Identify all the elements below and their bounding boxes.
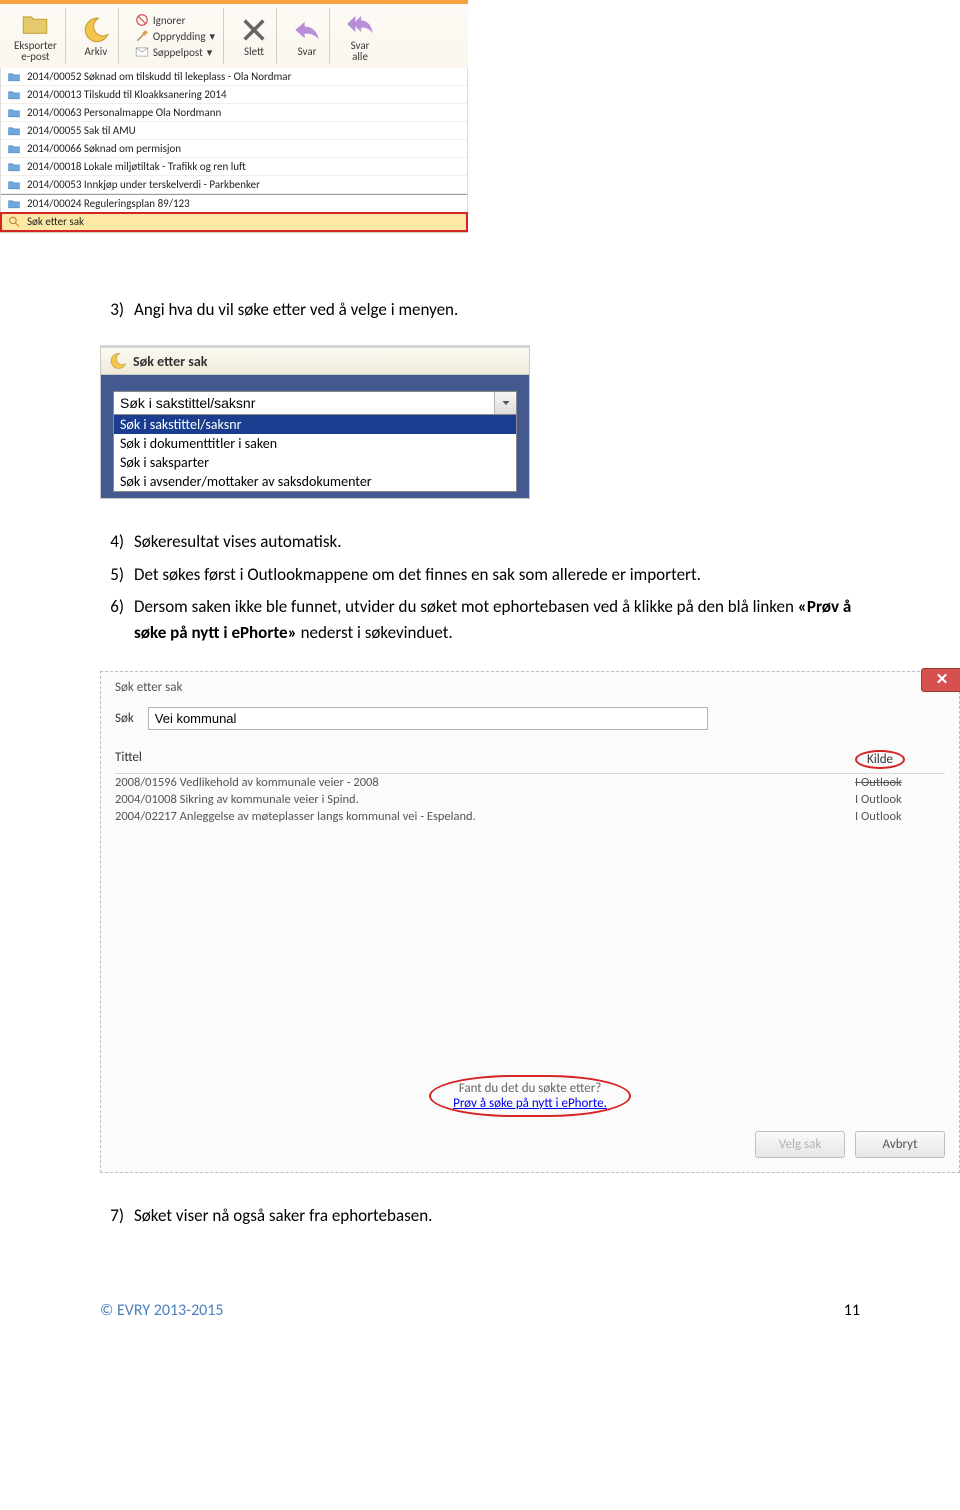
search-option[interactable]: Søk i sakstittel/saksnr: [114, 415, 516, 434]
list-item[interactable]: 2014/00052 Søknad om tilskudd til lekepl…: [1, 68, 467, 86]
envelope-icon: [135, 45, 149, 59]
blue-folder-icon: [7, 88, 21, 101]
sok-etter-sak-dropdown-screenshot: Søk etter sak Søk i sakstittel/saksnr Sø…: [100, 345, 530, 499]
search-type-select[interactable]: [113, 391, 517, 415]
list-item[interactable]: 2014/00055 Sak til AMU: [1, 122, 467, 140]
list-item[interactable]: 2014/00018 Lokale miljøtiltak - Trafikk …: [1, 158, 467, 176]
dialog-title: Søk etter sak: [115, 680, 945, 695]
sok-etter-sak-dialog: ✕ Søk etter sak Søk Tittel Kilde 2008/01…: [100, 671, 960, 1173]
chevron-down-icon[interactable]: [494, 392, 516, 414]
svar-button[interactable]: Svar: [293, 16, 321, 57]
blue-folder-icon: [7, 197, 21, 210]
svar-alle-button[interactable]: Svar alle: [346, 10, 374, 62]
reply-all-icon: [346, 10, 374, 38]
avbryt-button[interactable]: Avbryt: [855, 1131, 945, 1158]
broom-icon: [135, 29, 149, 43]
eksporter-epost-button[interactable]: Eksporter e-post: [14, 10, 57, 62]
fant-text: Fant du det du søkte etter? Prøv å søke …: [115, 1075, 945, 1117]
moon-icon: [82, 16, 110, 44]
ignorer-button[interactable]: Ignorer: [135, 13, 215, 27]
page-footer: © EVRY 2013-2015 11: [0, 1241, 960, 1320]
blue-folder-icon: [7, 106, 21, 119]
list-item[interactable]: 2014/00053 Innkjøp under terskelverdi - …: [1, 176, 467, 194]
sok-etter-sak-item[interactable]: Søk etter sak: [1, 213, 467, 231]
step-6: 6) Dersom saken ikke ble funnet, utvider…: [100, 594, 860, 647]
table-row[interactable]: 2008/01596 Vedlikehold av kommunale veie…: [115, 774, 945, 791]
step-7: 7)Søket viser nå også saker fra ephorteb…: [100, 1203, 860, 1229]
step-4: 4)Søkeresultat vises automatisk.: [100, 529, 860, 555]
delete-x-icon: [240, 16, 268, 44]
blue-folder-icon: [7, 142, 21, 155]
list-item[interactable]: 2014/00013 Tilskudd til Kloakksanering 2…: [1, 86, 467, 104]
list-item[interactable]: 2014/00066 Søknad om permisjon: [1, 140, 467, 158]
table-row[interactable]: 2004/02217 Anleggelse av møteplasser lan…: [115, 808, 945, 825]
block-icon: [135, 13, 149, 27]
col-kilde: Kilde: [855, 750, 945, 769]
results-header: Tittel Kilde: [115, 746, 945, 774]
search-input[interactable]: [148, 707, 708, 730]
step-5: 5)Det søkes først i Outlookmappene om de…: [100, 562, 860, 588]
outlook-folder-list: 2014/00052 Søknad om tilskudd til lekepl…: [0, 68, 468, 232]
slett-button[interactable]: Slett: [240, 16, 268, 57]
search-icon: [7, 215, 21, 228]
prov-a-soke-link[interactable]: Prøv å søke på nytt i ePhorte.: [453, 1096, 607, 1111]
reply-icon: [293, 16, 321, 44]
blue-folder-icon: [7, 178, 21, 191]
arkiv-button[interactable]: Arkiv: [82, 16, 110, 57]
page-number: 11: [844, 1301, 860, 1320]
search-option[interactable]: Søk i saksparter: [114, 453, 516, 472]
search-option[interactable]: Søk i avsender/mottaker av saksdokumente…: [114, 472, 516, 491]
sok-etter-sak-title: Søk etter sak: [101, 348, 529, 375]
velg-sak-button[interactable]: Velg sak: [755, 1131, 845, 1158]
soppelpost-button[interactable]: Søppelpost ▾: [135, 45, 215, 59]
copyright: © EVRY 2013-2015: [100, 1301, 224, 1320]
folder-icon: [21, 10, 49, 38]
list-item[interactable]: 2014/00063 Personalmappe Ola Nordmann: [1, 104, 467, 122]
close-button[interactable]: ✕: [921, 668, 960, 692]
search-type-options: Søk i sakstittel/saksnr Søk i dokumentti…: [113, 415, 517, 492]
outlook-ribbon-screenshot: Eksporter e-post Arkiv Ignorer Oppryddin…: [0, 0, 468, 233]
table-row[interactable]: 2004/01008 Sikring av kommunale veier i …: [115, 791, 945, 808]
step-3: 3) Angi hva du vil søke etter ved å velg…: [100, 297, 860, 323]
search-option[interactable]: Søk i dokumenttitler i saken: [114, 434, 516, 453]
blue-folder-icon: [7, 70, 21, 83]
moon-icon: [109, 352, 127, 370]
search-type-input[interactable]: [114, 392, 494, 414]
blue-folder-icon: [7, 160, 21, 173]
list-item[interactable]: 2014/00024 Reguleringsplan 89/123: [1, 194, 467, 213]
blue-folder-icon: [7, 124, 21, 137]
search-label: Søk: [115, 711, 134, 726]
opprydding-button[interactable]: Opprydding ▾: [135, 29, 215, 43]
col-tittel: Tittel: [115, 750, 855, 769]
